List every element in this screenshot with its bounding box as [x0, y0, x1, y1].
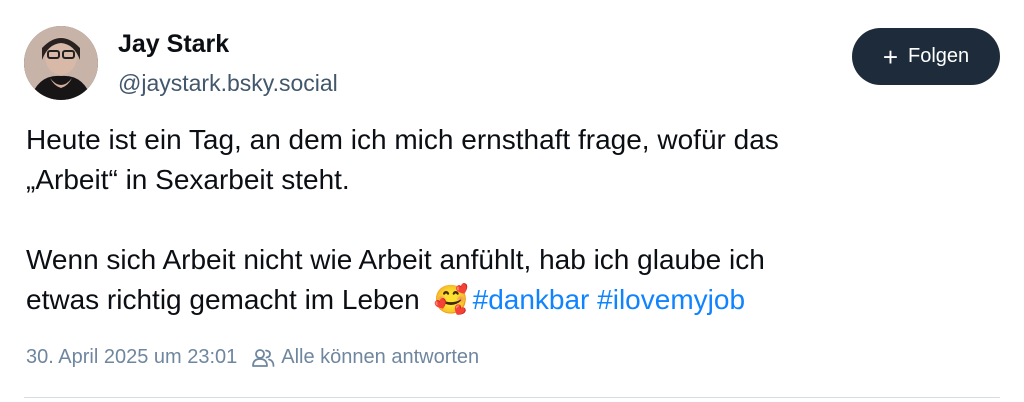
hashtag-ilovemyjob[interactable]: #ilovemyjob: [597, 284, 745, 315]
reply-setting: Alle können antworten: [281, 346, 480, 368]
plus-icon: +: [882, 41, 899, 72]
post-line-5-text: etwas richtig gemacht im Leben: [26, 284, 420, 315]
post-line-1: Heute ist ein Tag, an dem ich mich ernst…: [26, 124, 779, 155]
post-text: Heute ist ein Tag, an dem ich mich ernst…: [26, 120, 986, 320]
post-line-5: etwas richtig gemacht im Leben 🥰 #dankbar …: [26, 280, 986, 320]
smiling-face-with-hearts-icon: 🥰: [433, 283, 469, 316]
hashtag-dankbar[interactable]: #dankbar: [473, 284, 590, 315]
post-line-3: [26, 200, 986, 240]
avatar-photo-icon: [24, 26, 98, 100]
post-card: Jay Stark @jaystark.bsky.social + Folgen…: [0, 0, 1024, 402]
divider: [24, 397, 1000, 398]
post-timestamp[interactable]: 30. April 2025 um 23:01: [26, 346, 237, 369]
author-name[interactable]: Jay Stark: [118, 30, 229, 59]
people-icon: [251, 348, 275, 368]
post-meta: 30. April 2025 um 23:01 Alle können antw…: [26, 346, 479, 369]
post-line-4: Wenn sich Arbeit nicht wie Arbeit anfühl…: [26, 244, 765, 275]
author-handle[interactable]: @jaystark.bsky.social: [118, 70, 338, 97]
follow-button[interactable]: + Folgen: [852, 28, 1000, 85]
post-line-2: „Arbeit“ in Sexarbeit steht.: [26, 164, 350, 195]
avatar[interactable]: [24, 26, 98, 100]
follow-button-label: Folgen: [908, 45, 970, 67]
